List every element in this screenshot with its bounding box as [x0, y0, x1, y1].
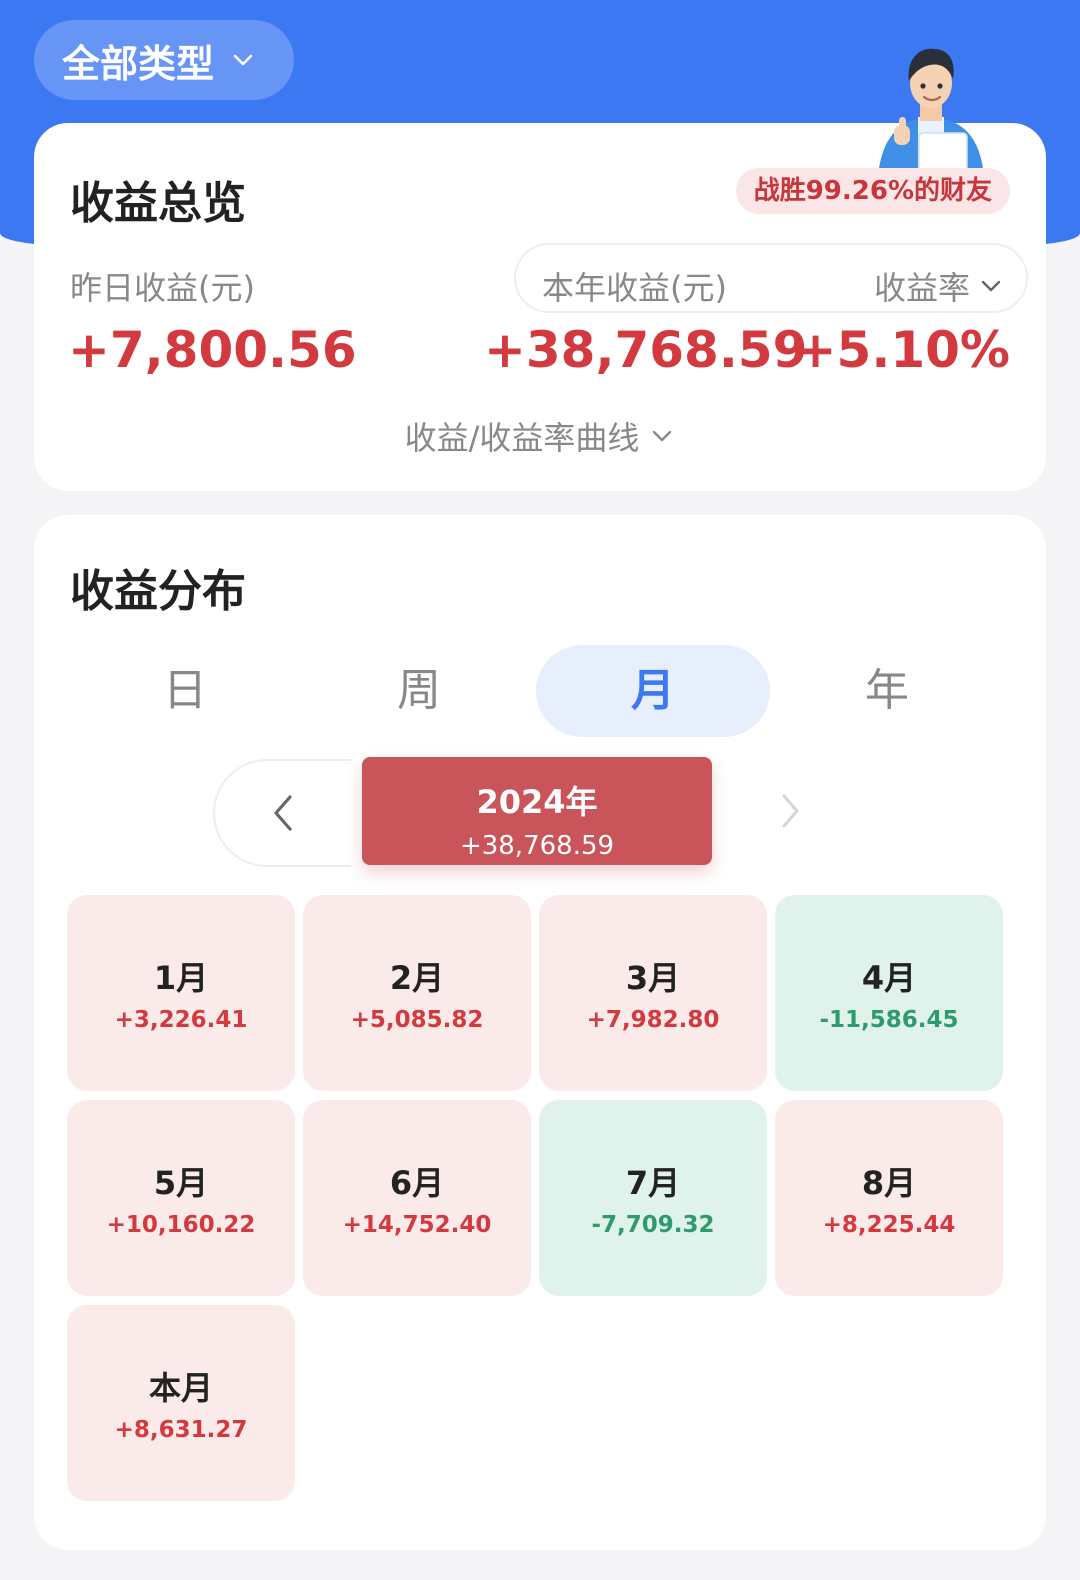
chevron-down-icon	[981, 280, 1001, 292]
curve-toggle-button[interactable]: 收益/收益率曲线	[34, 413, 1046, 459]
tab-year[interactable]: 年	[770, 645, 1004, 737]
month-value: +10,160.22	[106, 1212, 256, 1238]
month-value: +8,225.44	[822, 1212, 956, 1238]
month-label: 6月	[389, 1164, 445, 1202]
return-rate-dropdown[interactable]: 收益率	[874, 263, 1004, 309]
month-cell[interactable]: 4月 -11,586.45	[775, 895, 1003, 1091]
month-cell[interactable]: 6月 +14,752.40	[303, 1100, 531, 1296]
year-navigator: 2024年 +38,768.59	[34, 757, 1046, 869]
curve-toggle-label: 收益/收益率曲线	[404, 419, 640, 457]
selected-year-chip[interactable]: 2024年 +38,768.59	[362, 757, 712, 865]
year-earnings-box: 本年收益(元) 收益率	[514, 243, 1028, 313]
tab-month[interactable]: 月	[536, 645, 770, 737]
chevron-right-icon	[782, 794, 799, 828]
month-label: 3月	[625, 959, 681, 997]
current-month-cell[interactable]: 本月 +8,631.27	[67, 1305, 295, 1501]
month-value: +3,226.41	[114, 1007, 248, 1033]
overview-card: 收益总览 战胜99.26%的财友 昨日收益(元) 本年收益(元) 收益率 +7,…	[34, 48, 1046, 491]
month-label: 7月	[625, 1164, 681, 1202]
month-label: 4月	[861, 959, 917, 997]
period-tabs: 日 周 月 年	[68, 645, 1012, 737]
selected-year-label: 2024年	[476, 783, 598, 821]
month-label: 1月	[153, 959, 209, 997]
yesterday-earnings-label: 昨日收益(元)	[70, 269, 255, 307]
chevron-down-icon	[653, 430, 672, 442]
return-rate-value: +5.10%	[794, 321, 1010, 379]
beat-percentile-badge: 战胜99.26%的财友	[735, 168, 1010, 214]
year-earnings-label: 本年收益(元)	[542, 269, 727, 307]
chevron-left-icon	[274, 795, 292, 831]
month-label: 5月	[153, 1164, 209, 1202]
month-cell[interactable]: 8月 +8,225.44	[775, 1100, 1003, 1296]
month-label: 8月	[861, 1164, 917, 1202]
month-cell[interactable]: 5月 +10,160.22	[67, 1100, 295, 1296]
selected-year-value: +38,768.59	[459, 831, 615, 861]
yesterday-earnings-value: +7,800.56	[68, 321, 357, 379]
next-year-button[interactable]	[770, 787, 810, 835]
tab-day[interactable]: 日	[68, 645, 302, 737]
month-value: +14,752.40	[342, 1212, 492, 1238]
previous-year-button[interactable]	[213, 759, 351, 867]
year-earnings-value: +38,768.59	[484, 321, 808, 379]
month-value: +7,982.80	[586, 1007, 720, 1033]
distribution-title: 收益分布	[70, 566, 246, 617]
type-filter-label: 全部类型	[62, 41, 215, 86]
month-value: -11,586.45	[819, 1007, 959, 1033]
chevron-down-icon	[233, 54, 253, 66]
month-label: 2月	[389, 959, 445, 997]
month-cell[interactable]: 2月 +5,085.82	[303, 895, 531, 1091]
overview-title: 收益总览	[70, 178, 246, 229]
type-filter-dropdown[interactable]: 全部类型	[34, 20, 294, 100]
month-cell[interactable]: 1月 +3,226.41	[67, 895, 295, 1091]
month-value: -7,709.32	[591, 1212, 715, 1238]
month-cell[interactable]: 3月 +7,982.80	[539, 895, 767, 1091]
return-rate-label: 收益率	[873, 269, 970, 307]
mascot-illustration	[878, 48, 984, 176]
month-label: 本月	[148, 1369, 213, 1407]
month-value: +8,631.27	[114, 1417, 248, 1443]
month-cell[interactable]: 7月 -7,709.32	[539, 1100, 767, 1296]
distribution-card: 收益分布 日 周 月 年 2024年 +38,768.59 1月 +3,226.…	[34, 515, 1046, 1550]
tab-week[interactable]: 周	[302, 645, 536, 737]
month-value: +5,085.82	[350, 1007, 484, 1033]
